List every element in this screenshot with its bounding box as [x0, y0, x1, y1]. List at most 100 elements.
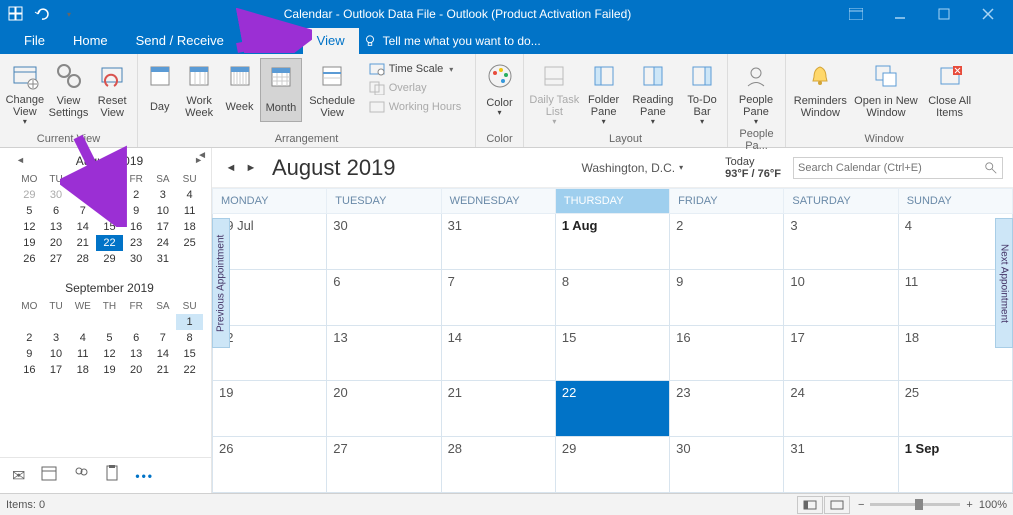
mini-cal-day[interactable]: 15 — [176, 346, 203, 362]
calendar-cell[interactable]: 28 — [442, 437, 556, 492]
mini-cal-day[interactable]: 1 — [176, 314, 203, 330]
calendar-cell[interactable]: 23 — [670, 381, 784, 436]
weather-location[interactable]: Washington, D.C.▾ — [582, 161, 684, 175]
undo-icon[interactable] — [30, 3, 54, 25]
search-input-wrapper[interactable] — [793, 157, 1003, 179]
mini-cal-day[interactable]: 21 — [150, 362, 177, 378]
mini-cal-day[interactable]: 12 — [16, 219, 43, 235]
calendar-cell[interactable]: 21 — [442, 381, 556, 436]
minimize-button[interactable] — [879, 3, 921, 25]
mini-cal-day[interactable]: 22 — [96, 235, 123, 251]
zoom-slider[interactable] — [870, 503, 960, 506]
todo-bar-button[interactable]: To-Do Bar▾ — [681, 58, 723, 127]
calendar-cell[interactable]: 30 — [327, 214, 441, 269]
calendar-cell[interactable]: 14 — [442, 326, 556, 381]
close-button[interactable] — [967, 3, 1009, 25]
mini-cal-day[interactable]: 21 — [69, 235, 96, 251]
mini-cal-day[interactable]: 4 — [69, 330, 96, 346]
calendar-cell[interactable]: 26 — [212, 437, 327, 492]
color-button[interactable]: Color▾ — [480, 58, 519, 120]
calendar-cell[interactable]: 24 — [784, 381, 898, 436]
day-button[interactable]: Day — [142, 58, 177, 120]
calendar-cell[interactable]: 27 — [327, 437, 441, 492]
mini-cal-day[interactable]: 6 — [123, 330, 150, 346]
nav-more-button[interactable]: ••• — [135, 469, 154, 483]
calendar-cell[interactable]: 1 Sep — [899, 437, 1013, 492]
mini-cal-day[interactable]: 23 — [123, 235, 150, 251]
month-button[interactable]: Month — [260, 58, 301, 122]
mini-cal-day[interactable]: 20 — [123, 362, 150, 378]
mini-cal-day[interactable]: 24 — [150, 235, 177, 251]
open-new-window-button[interactable]: Open in New Window — [853, 58, 920, 120]
mini-cal-day[interactable]: 7 — [150, 330, 177, 346]
calendar-cell[interactable]: 31 — [442, 214, 556, 269]
mini-cal-day[interactable]: 17 — [43, 362, 70, 378]
reset-view-button[interactable]: Reset View — [91, 58, 133, 120]
mini-cal-day[interactable]: 26 — [16, 251, 43, 267]
schedule-view-button[interactable]: Schedule View — [304, 58, 361, 120]
calendar-cell[interactable]: 20 — [327, 381, 441, 436]
mini-cal-day[interactable]: 27 — [43, 251, 70, 267]
calendar-cell[interactable]: 25 — [899, 381, 1013, 436]
mini-cal-day[interactable]: 13 — [123, 346, 150, 362]
search-input[interactable] — [798, 162, 980, 174]
tab-send-receive[interactable]: Send / Receive — [122, 28, 238, 54]
zoom-in-button[interactable]: + — [966, 499, 972, 511]
mini-cal-day[interactable]: 29 — [96, 251, 123, 267]
tell-me-search[interactable]: Tell me what you want to do... — [363, 34, 541, 48]
mini-cal-day[interactable]: 18 — [176, 219, 203, 235]
ribbon-display-icon[interactable] — [835, 3, 877, 25]
calendar-cell[interactable]: 15 — [556, 326, 670, 381]
mini-cal-day[interactable]: 4 — [176, 187, 203, 203]
reminders-window-button[interactable]: Reminders Window — [790, 58, 851, 120]
view-settings-button[interactable]: View Settings — [48, 58, 90, 120]
mini-cal-day[interactable]: 30 — [123, 251, 150, 267]
calendar-cell[interactable]: 30 — [670, 437, 784, 492]
mini-cal-day[interactable]: 11 — [69, 346, 96, 362]
calendar-cell[interactable]: 29 — [556, 437, 670, 492]
view-normal-button[interactable] — [797, 496, 823, 514]
folder-pane-button[interactable]: Folder Pane▾ — [583, 58, 625, 127]
calendar-cell[interactable]: 22 — [556, 381, 670, 436]
tab-file[interactable]: File — [10, 28, 59, 54]
mini-cal-prev[interactable]: ◄ — [16, 155, 25, 165]
calendar-cell[interactable]: 16 — [670, 326, 784, 381]
search-icon[interactable] — [984, 161, 998, 175]
calendar-cell[interactable]: 17 — [784, 326, 898, 381]
mini-cal-day[interactable]: 9 — [16, 346, 43, 362]
next-month-button[interactable]: ► — [242, 159, 260, 177]
mini-cal-day[interactable]: 3 — [150, 187, 177, 203]
mini-cal-day[interactable]: 8 — [176, 330, 203, 346]
mini-cal-day[interactable]: 5 — [96, 330, 123, 346]
quick-access-customize[interactable] — [56, 3, 80, 25]
mini-cal-day[interactable]: 20 — [43, 235, 70, 251]
nav-calendar-icon[interactable] — [41, 465, 57, 486]
nav-people-icon[interactable] — [73, 465, 89, 486]
prev-month-button[interactable]: ◄ — [222, 159, 240, 177]
calendar-cell[interactable]: 19 — [212, 381, 327, 436]
mini-cal-day[interactable]: 14 — [150, 346, 177, 362]
calendar-cell[interactable]: 8 — [556, 270, 670, 325]
mini-cal-day[interactable]: 28 — [69, 251, 96, 267]
view-reading-button[interactable] — [824, 496, 850, 514]
calendar-cell[interactable]: 13 — [327, 326, 441, 381]
people-pane-button[interactable]: People Pane▾ — [732, 58, 780, 127]
time-scale-button[interactable]: Time Scale — [363, 60, 471, 78]
nav-tasks-icon[interactable] — [105, 465, 119, 486]
calendar-cell[interactable]: 1 Aug — [556, 214, 670, 269]
mini-cal-day[interactable]: 31 — [150, 251, 177, 267]
calendar-cell[interactable]: 9 — [670, 270, 784, 325]
mini-cal-day[interactable]: 19 — [16, 235, 43, 251]
change-view-button[interactable]: Change View▾ — [4, 58, 46, 127]
mini-cal-day[interactable]: 16 — [16, 362, 43, 378]
mini-cal-next[interactable]: ► — [194, 155, 203, 165]
quick-access-icon[interactable] — [4, 3, 28, 25]
week-button[interactable]: Week — [221, 58, 258, 120]
previous-appointment-tab[interactable]: Previous Appointment — [212, 218, 230, 348]
calendar-cell[interactable]: 7 — [442, 270, 556, 325]
next-appointment-tab[interactable]: Next Appointment — [995, 218, 1013, 348]
weather-info[interactable]: Today93°F / 76°F — [725, 156, 781, 180]
calendar-cell[interactable]: 6 — [327, 270, 441, 325]
calendar-cell[interactable]: 2 — [670, 214, 784, 269]
mini-cal-day[interactable]: 11 — [176, 203, 203, 219]
